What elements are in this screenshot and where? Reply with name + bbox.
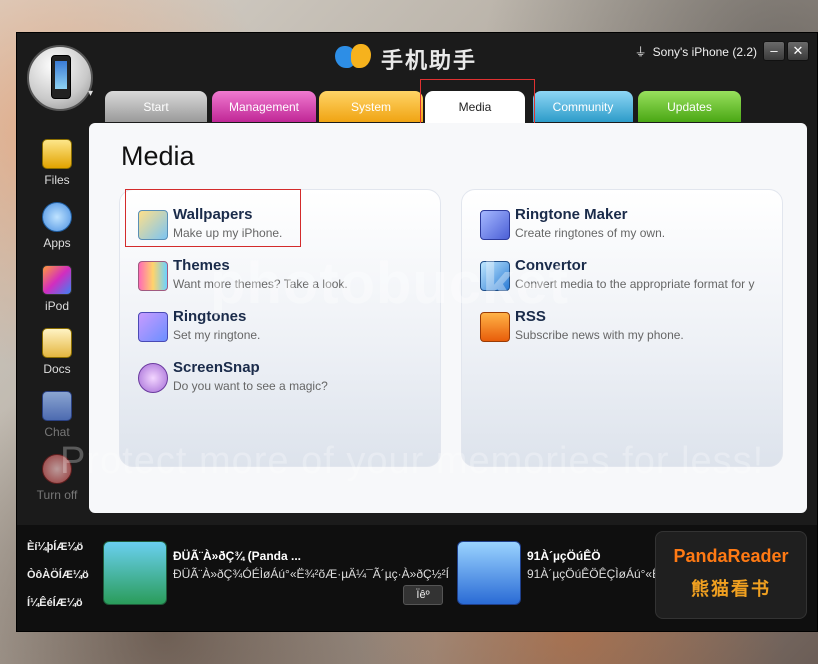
device-name: Sony's iPhone (2.2): [652, 44, 757, 59]
media-panel-right: Ringtone Maker Create ringtones of my ow…: [461, 189, 783, 467]
feature-ringtone-maker[interactable]: Ringtone Maker Create ringtones of my ow…: [480, 206, 780, 250]
tab-system[interactable]: System: [319, 91, 423, 122]
sidebar-item-label: Docs: [43, 362, 71, 376]
feature-convertor[interactable]: Convertor Convert media to the appropria…: [480, 257, 780, 301]
ad-91-caller[interactable]: 91À´µçÖúÊÖ 91À´µçÖúÊÖÊÇÌøÁú°«Ë...: [457, 541, 657, 605]
apps-icon: [42, 202, 72, 232]
feature-title[interactable]: Ringtone Maker: [515, 206, 628, 223]
feature-rss[interactable]: RSS Subscribe news with my phone.: [480, 308, 780, 352]
title-bar: ▾ 手机助手 ⏚ Sony's iPhone (2.2) ‒ ✕: [17, 33, 817, 111]
banner-subtitle: 熊猫看书: [691, 579, 771, 599]
app-window: ▾ 手机助手 ⏚ Sony's iPhone (2.2) ‒ ✕ Start M…: [16, 32, 818, 632]
app-title: 手机助手: [381, 48, 478, 73]
device-badge[interactable]: [27, 45, 93, 111]
panda-firewall-icon: [103, 541, 167, 605]
feature-title[interactable]: Ringtones: [173, 308, 246, 325]
recommend-link[interactable]: Èí¼þÍÆ¼ö: [27, 533, 103, 561]
sidebar-item-label: Apps: [43, 236, 71, 250]
sidebar-item-files[interactable]: Files: [25, 131, 89, 191]
tab-community[interactable]: Community: [533, 91, 633, 122]
menu-caret-icon[interactable]: ▾: [88, 88, 93, 99]
ipod-icon: [42, 265, 72, 295]
feature-title[interactable]: ScreenSnap: [173, 359, 260, 376]
themes-icon: [138, 261, 168, 291]
feature-desc: Set my ringtone.: [173, 328, 261, 342]
wallpaper-icon: [138, 210, 168, 240]
sidebar-item-docs[interactable]: Docs: [25, 320, 89, 380]
feature-ringtones[interactable]: Ringtones Set my ringtone.: [138, 308, 438, 352]
sidebar-item-turn-off[interactable]: Turn off: [25, 446, 89, 506]
recommend-link[interactable]: Í¼ÊéÍÆ¼ö: [27, 589, 103, 617]
sidebar: Files Apps iPod Docs Chat Turn off: [25, 123, 89, 511]
logo-icon: [335, 44, 373, 74]
media-content: Media Wallpapers Make up my iPhone. Them…: [89, 123, 807, 513]
feature-title[interactable]: Wallpapers: [173, 206, 252, 223]
power-icon: [42, 454, 72, 484]
feature-screensnap[interactable]: ScreenSnap Do you want to see a magic?: [138, 359, 438, 403]
close-button[interactable]: ✕: [787, 41, 809, 61]
tab-management[interactable]: Management: [212, 91, 316, 122]
convertor-icon: [480, 261, 510, 291]
tab-start[interactable]: Start: [105, 91, 207, 122]
feature-title[interactable]: Themes: [173, 257, 230, 274]
ad-desc: 91À´µçÖúÊÖÊÇÌøÁú°«Ë...: [527, 567, 655, 581]
sidebar-item-label: iPod: [44, 299, 70, 313]
feature-title[interactable]: Convertor: [515, 257, 587, 274]
bottom-bar: Èí¼þÍÆ¼ö ÒôÀÖÍÆ¼ö Í¼ÊéÍÆ¼ö ÐÜÃ¨À»ðÇ¾ (Pa…: [17, 525, 817, 631]
ad-detail-button[interactable]: Ïêº: [403, 585, 443, 605]
sidebar-item-ipod[interactable]: iPod: [25, 257, 89, 317]
feature-title[interactable]: RSS: [515, 308, 546, 325]
ringtone-maker-icon: [480, 210, 510, 240]
feature-desc: Create ringtones of my own.: [515, 226, 666, 240]
ad-title[interactable]: 91À´µçÖúÊÖ: [527, 549, 601, 563]
sidebar-item-chat[interactable]: Chat: [25, 383, 89, 443]
screensnap-icon: [138, 363, 168, 393]
feature-desc: Do you want to see a magic?: [173, 379, 328, 393]
feature-desc: Subscribe news with my phone.: [515, 328, 684, 342]
recommend-link[interactable]: ÒôÀÖÍÆ¼ö: [27, 561, 103, 589]
ad-panda-firewall[interactable]: ÐÜÃ¨À»ðÇ¾ (Panda ... ÐÜÃ¨À»ðÇ¾ÓÉÌøÁú°«Ë¾…: [103, 541, 449, 605]
sidebar-item-label: Turn off: [36, 488, 78, 502]
chat-icon: [42, 391, 72, 421]
sidebar-item-label: Files: [44, 173, 70, 187]
tab-media[interactable]: Media: [425, 91, 525, 124]
sidebar-item-label: Chat: [44, 425, 70, 439]
media-panel-left: Wallpapers Make up my iPhone. Themes Wan…: [119, 189, 441, 467]
usb-icon: ⏚: [634, 45, 647, 59]
sidebar-item-apps[interactable]: Apps: [25, 194, 89, 254]
minimize-button[interactable]: ‒: [763, 41, 785, 61]
feature-themes[interactable]: Themes Want more themes? Take a look.: [138, 257, 438, 301]
feature-desc: Convert media to the appropriate format …: [515, 277, 755, 291]
iphone-icon: [51, 55, 71, 99]
tab-updates[interactable]: Updates: [638, 91, 741, 122]
feature-wallpapers[interactable]: Wallpapers Make up my iPhone.: [138, 206, 438, 250]
feature-desc: Want more themes? Take a look.: [173, 277, 348, 291]
page-title: Media: [121, 141, 195, 171]
banner-title: PandaReader: [673, 546, 789, 566]
recommend-links: Èí¼þÍÆ¼ö ÒôÀÖÍÆ¼ö Í¼ÊéÍÆ¼ö: [27, 533, 103, 617]
device-status: ⏚ Sony's iPhone (2.2): [635, 43, 757, 60]
pandareader-banner[interactable]: PandaReader 熊猫看书: [655, 531, 807, 619]
ad-desc: ÐÜÃ¨À»ðÇ¾ÓÉÌøÁú°«Ë¾²õÆ·µÄ¼¯Ã´µç·À»ðÇ½²Í.…: [173, 567, 449, 581]
docs-icon: [42, 328, 72, 358]
ad-title[interactable]: ÐÜÃ¨À»ðÇ¾ (Panda ...: [173, 549, 301, 563]
rss-icon: [480, 312, 510, 342]
feature-desc: Make up my iPhone.: [173, 226, 283, 240]
caller-assistant-icon: [457, 541, 521, 605]
app-logo: 手机助手: [335, 43, 477, 75]
folder-icon: [42, 139, 72, 169]
ringtone-icon: [138, 312, 168, 342]
